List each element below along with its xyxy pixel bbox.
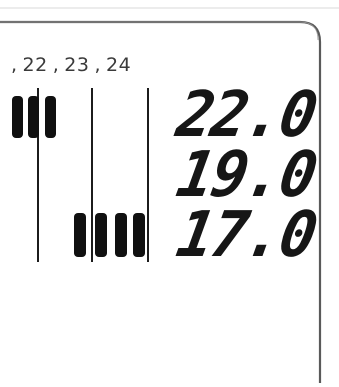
segment-bar: [28, 96, 39, 138]
hour-separator: ,: [52, 54, 60, 76]
segment-bar: [74, 213, 86, 257]
lcd-display: , 22, 23, 24 22.0 19.0 17.0: [0, 0, 339, 383]
hour-label-22: 22: [22, 54, 48, 76]
segment-bar: [133, 213, 145, 257]
hour-label-23: 23: [64, 54, 90, 76]
hour-scale: , 22, 23, 24: [6, 54, 131, 84]
hour-separator: ,: [11, 54, 18, 76]
hour-label-24: 24: [106, 54, 132, 76]
temperature-reading-3: 17.0: [171, 198, 321, 272]
hour-separator: ,: [94, 54, 102, 76]
segment-bar: [95, 213, 107, 257]
temperature-readings: 22.0 19.0 17.0: [172, 78, 321, 272]
segment-bar: [115, 213, 127, 257]
segment-bar: [45, 96, 56, 138]
segment-bar: [12, 96, 23, 138]
